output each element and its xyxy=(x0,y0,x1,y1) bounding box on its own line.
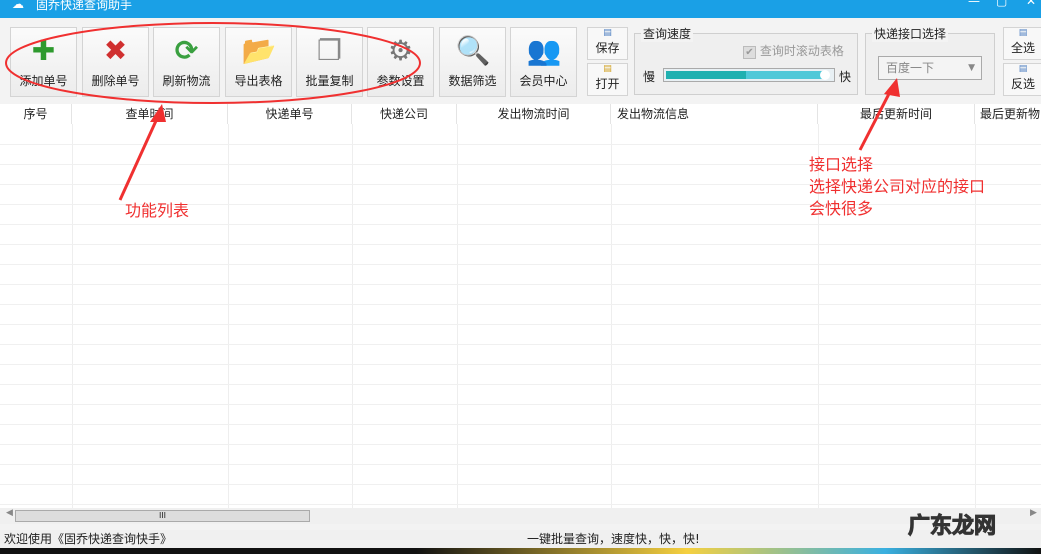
annotation-interface: 接口选择 选择快递公司对应的接口 会快很多 xyxy=(809,154,985,220)
annotation-layer xyxy=(5,22,900,201)
annotation-arrowhead xyxy=(150,104,166,122)
annotation-ellipse xyxy=(5,22,421,104)
annotation-arrowhead xyxy=(884,78,900,97)
annotation-features: 功能列表 xyxy=(125,201,190,220)
annotation-line: 会快很多 xyxy=(809,199,874,218)
annotation-line: 选择快递公司对应的接口 xyxy=(809,177,986,196)
annotation-line: 接口选择 xyxy=(809,155,874,174)
annotation-arrow xyxy=(118,111,162,201)
annotation-arrow xyxy=(858,85,895,151)
